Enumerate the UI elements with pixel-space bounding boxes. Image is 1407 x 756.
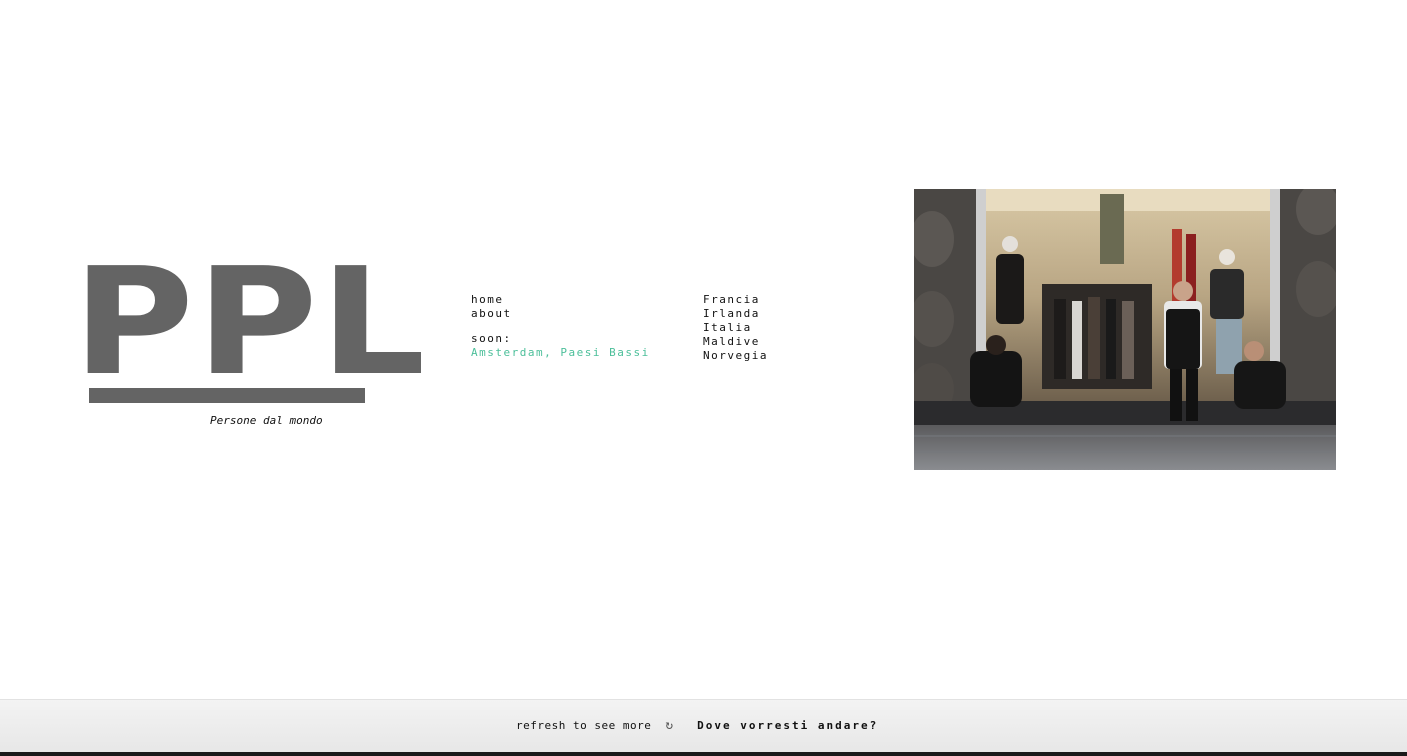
country-link-italia[interactable]: Italia [703, 321, 768, 335]
featured-photo [914, 189, 1336, 470]
footer-bar: refresh to see more ↻ Dove vorresti anda… [0, 699, 1407, 756]
tagline: Persone dal mondo [210, 414, 323, 427]
logo[interactable]: PPL [72, 248, 426, 403]
bottom-edge [0, 752, 1407, 756]
destination-cta-link[interactable]: Dove vorresti andare? [697, 719, 878, 732]
soon-label: soon: [471, 332, 512, 345]
country-link-francia[interactable]: Francia [703, 293, 768, 307]
refresh-icon[interactable]: ↻ [665, 718, 673, 733]
nav-home-link[interactable]: home [471, 293, 650, 307]
nav-about-link[interactable]: about [471, 307, 650, 321]
main-nav: home about soon: Amsterdam, Paesi Bassi [471, 293, 650, 360]
refresh-label: refresh to see more [516, 719, 652, 732]
page: PPL Persone dal mondo home about soon: A… [0, 0, 1407, 756]
soon-destination: Amsterdam, Paesi Bassi [471, 346, 650, 359]
country-link-norvegia[interactable]: Norvegia [703, 349, 768, 363]
country-list: Francia Irlanda Italia Maldive Norvegia [703, 293, 768, 363]
logo-text: PPL [72, 236, 428, 408]
country-link-irlanda[interactable]: Irlanda [703, 307, 768, 321]
country-link-maldive[interactable]: Maldive [703, 335, 768, 349]
